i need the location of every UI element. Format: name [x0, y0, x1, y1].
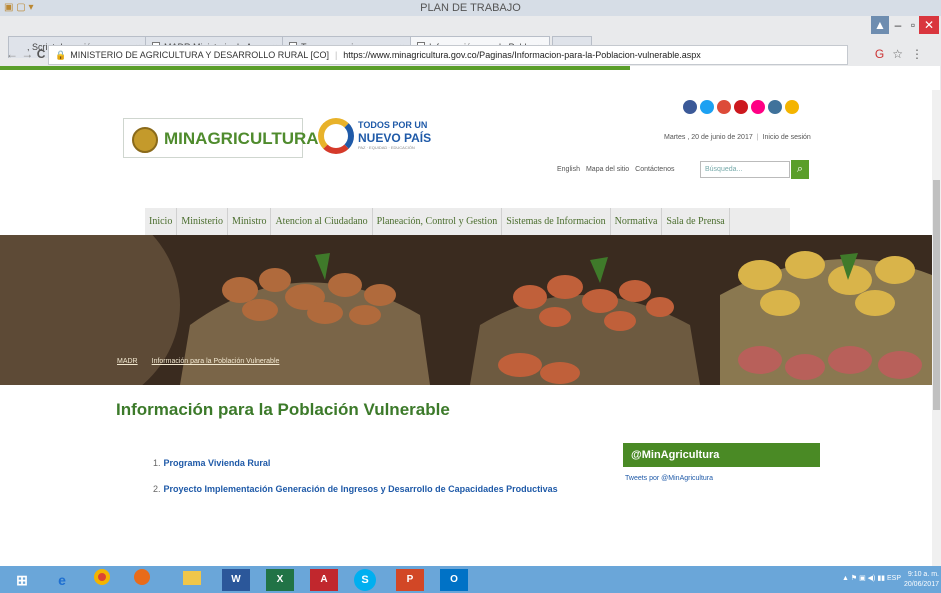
breadcrumb-current[interactable]: Información para la Población Vulnerable — [152, 358, 280, 365]
page-title: Información para la Población Vulnerable — [116, 400, 450, 419]
nav-item-normativa[interactable]: Normativa — [611, 208, 663, 236]
item-link[interactable]: Proyecto Implementación Generación de In… — [164, 484, 558, 494]
nav-item-atencion[interactable]: Atencion al Ciudadano — [271, 208, 373, 236]
star-icon[interactable]: ☆ — [892, 47, 911, 61]
coat-of-arms-icon — [132, 127, 158, 153]
minagricultura-logo[interactable]: MINAGRICULTURA — [123, 118, 319, 158]
windows-taskbar: ⊞ e W X A S P O ▲ ⚑ ▣ ◀) ▮▮ ESP 9:10 a. … — [0, 566, 941, 593]
english-link[interactable]: English — [557, 166, 580, 173]
item-number: 2. — [153, 484, 161, 494]
window-title-bar: ▣ ▢ ▾ PLAN DE TRABAJO — [0, 0, 941, 16]
url-text: https://www.minagricultura.gov.co/Pagina… — [343, 50, 701, 60]
nuevo-pais-logo: TODOS POR UN NUEVO PAÍS PAZ · EQUIDAD · … — [318, 114, 448, 162]
powerpoint-icon[interactable]: P — [396, 569, 424, 591]
system-tray[interactable]: ▲ ⚑ ▣ ◀) ▮▮ ESP — [842, 574, 901, 582]
nav-item-sistemas[interactable]: Sistemas de Informacion — [502, 208, 611, 236]
logo2-line1: TODOS POR UN — [358, 120, 428, 130]
item-number: 1. — [153, 458, 161, 468]
file-explorer-icon[interactable] — [178, 569, 206, 591]
nav-item-ministerio[interactable]: Ministerio — [177, 208, 228, 236]
contact-link[interactable]: Contáctenos — [635, 166, 674, 173]
reload-icon[interactable]: C — [37, 47, 46, 61]
clock[interactable]: 9:10 a. m. 20/06/2017 — [904, 570, 939, 590]
window-controls: ▲ – ▫ ✕ — [871, 16, 941, 38]
list-item[interactable]: 2. Proyecto Implementación Generación de … — [153, 484, 558, 494]
site-identity: MINISTERIO DE AGRICULTURA Y DESARROLLO R… — [70, 50, 329, 60]
logo2-line3: PAZ · EQUIDAD · EDUCACIÓN — [358, 145, 415, 150]
search-button[interactable]: ⌕ — [791, 160, 809, 179]
nav-buttons: ← → C — [6, 47, 45, 61]
google-plus-icon[interactable] — [717, 100, 731, 114]
login-link[interactable]: Inicio de sesión — [763, 134, 811, 141]
windows-start-icon[interactable]: ⊞ — [8, 569, 36, 591]
content-list: 1. Programa Vivienda Rural 2. Proyecto Imp… — [153, 458, 558, 510]
nav-item-prensa[interactable]: Sala de Prensa — [662, 208, 730, 236]
facebook-icon[interactable] — [683, 100, 697, 114]
nav-item-planeacion[interactable]: Planeación, Control y Gestion — [373, 208, 503, 236]
internet-explorer-icon[interactable]: e — [48, 569, 76, 591]
breadcrumb: MADR Información para la Población Vulner… — [117, 358, 293, 365]
date-line: Martes , 20 de junio de 2017 | Inicio de s… — [664, 134, 811, 141]
web-page: MINAGRICULTURA TODOS POR UN NUEVO PAÍS P… — [0, 90, 932, 566]
maximize-button[interactable]: ▫ — [907, 16, 919, 34]
logo2-line2: NUEVO PAÍS — [358, 131, 432, 145]
sitemap-link[interactable]: Mapa del sitio — [586, 166, 629, 173]
scrollbar-thumb[interactable] — [933, 180, 940, 410]
clock-date: 20/06/2017 — [903, 581, 939, 588]
excel-icon[interactable]: X — [266, 569, 294, 591]
lock-icon: 🔒 — [55, 50, 67, 60]
nav-item-inicio[interactable]: Inicio — [145, 208, 178, 236]
page-scrollbar[interactable] — [932, 90, 941, 566]
instagram-icon[interactable] — [768, 100, 782, 114]
address-bar[interactable]: 🔒 MINISTERIO DE AGRICULTURA Y DESARROLLO … — [48, 45, 848, 65]
utility-links: English Mapa del sitio Contáctenos — [557, 166, 680, 173]
toolbar-icons: G☆⋮ — [875, 47, 931, 61]
back-icon[interactable]: ← — [6, 47, 18, 61]
nav-item-ministro[interactable]: Ministro — [228, 208, 272, 236]
acrobat-icon[interactable]: A — [310, 569, 338, 591]
twitter-feed-link[interactable]: Tweets por @MinAgricultura — [625, 475, 713, 482]
youtube-icon[interactable] — [734, 100, 748, 114]
rss-icon[interactable] — [785, 100, 799, 114]
word-icon[interactable]: W — [222, 569, 250, 591]
language-indicator[interactable]: ESP — [887, 575, 901, 582]
outlook-icon[interactable]: O — [440, 569, 468, 591]
logo-text: MINAGRICULTURA — [164, 129, 319, 148]
search-input[interactable]: Búsqueda... — [700, 161, 790, 178]
flickr-icon[interactable] — [751, 100, 765, 114]
breadcrumb-madr[interactable]: MADR — [117, 358, 138, 365]
firefox-icon[interactable] — [128, 569, 156, 591]
search-icon: ⌕ — [796, 163, 804, 175]
clock-time: 9:10 a. m. — [907, 571, 939, 578]
extension-icon[interactable]: G — [875, 47, 892, 61]
close-button[interactable]: ✕ — [919, 16, 939, 34]
nuevo-pais-symbol-icon — [318, 118, 354, 154]
current-date: Martes , 20 de junio de 2017 — [664, 134, 753, 141]
chrome-icon[interactable] — [88, 569, 116, 591]
twitter-widget-heading[interactable]: @MinAgricultura — [623, 443, 820, 467]
skype-icon[interactable]: S — [354, 569, 376, 591]
twitter-icon[interactable] — [700, 100, 714, 114]
minimize-button[interactable]: – — [889, 16, 907, 34]
main-nav: Inicio Ministerio Ministro Atencion al Ciud… — [145, 208, 790, 236]
item-link[interactable]: Programa Vivienda Rural — [164, 458, 271, 468]
loading-bar — [0, 66, 940, 90]
menu-icon[interactable]: ⋮ — [911, 47, 931, 61]
window-title: PLAN DE TRABAJO — [420, 2, 521, 14]
user-icon[interactable]: ▲ — [871, 16, 889, 34]
tray-icons: ▲ ⚑ ▣ ◀) ▮▮ — [842, 575, 887, 582]
list-item[interactable]: 1. Programa Vivienda Rural — [153, 458, 558, 468]
forward-icon[interactable]: → — [21, 47, 33, 61]
